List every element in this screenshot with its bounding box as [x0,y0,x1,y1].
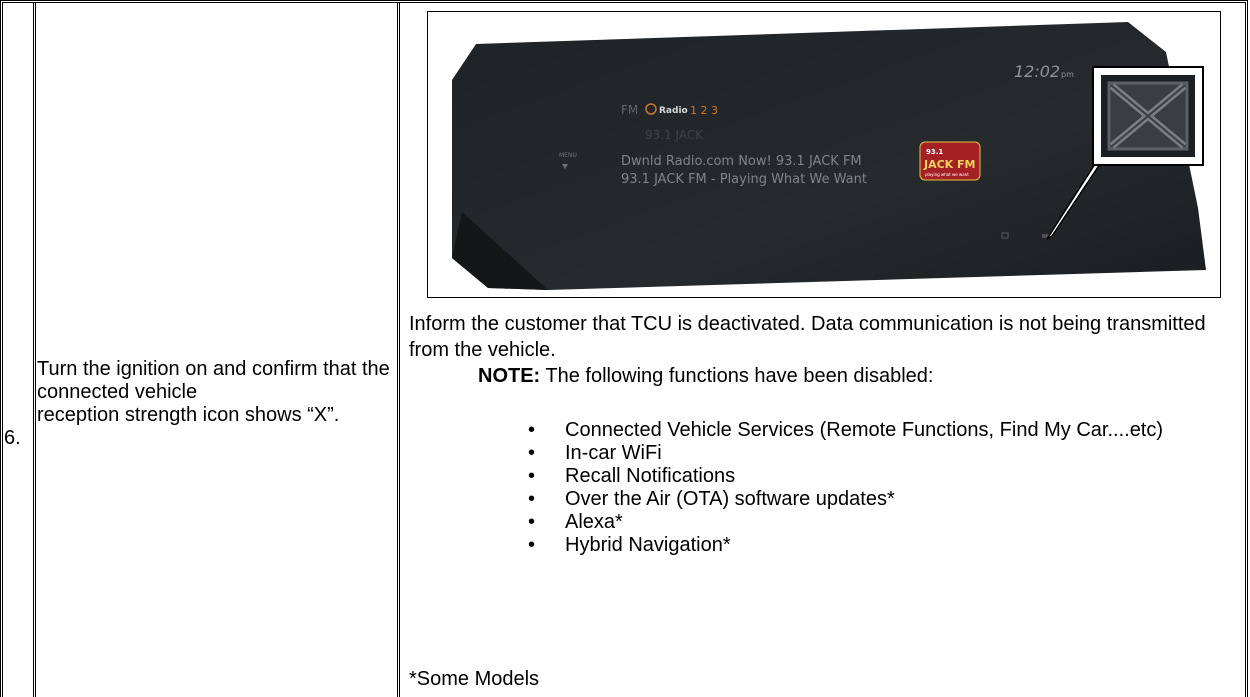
radio-display-photo: FM Radio 1 2 3 93.1 JACK Dwnld Radio.com… [427,11,1221,298]
list-item: Connected Vehicle Services (Remote Funct… [528,419,1228,442]
radio-display-illustration: FM Radio 1 2 3 93.1 JACK Dwnld Radio.com… [452,22,1206,290]
note: NOTE: The following functions have been … [478,364,933,388]
list-item: Over the Air (OTA) software updates* [528,488,1228,511]
column-divider [33,3,36,697]
hd-radio-label: Radio [659,106,688,116]
note-text: The following functions have been disabl… [540,365,934,387]
disabled-functions-list: Connected Vehicle Services (Remote Funct… [528,419,1228,557]
note-label: NOTE: [478,365,541,387]
list-item: In-car WiFi [528,442,1228,465]
logo-frequency: 93.1 [926,148,943,156]
jack-fm-logo: 93.1 JACK FM playing what we want [919,141,981,181]
list-item: Alexa* [528,511,1228,534]
station-title: 93.1 JACK [645,128,704,142]
clock-time: 12:02 [1014,62,1060,81]
inform-customer-text: Inform the customer that TCU is deactiva… [409,313,1206,361]
preset-numbers: 1 2 3 [690,104,718,117]
list-item: Recall Notifications [528,465,1228,488]
footnote: *Some Models [409,668,540,690]
logo-tagline: playing what we want [925,172,969,177]
step-number: 6. [4,427,21,449]
rds-line-2: 93.1 JACK FM - Playing What We Want [621,172,867,187]
column-divider [397,3,400,697]
step-instruction-text: Turn the ignition on and confirm that th… [37,358,390,426]
menu-label: MENU [559,152,577,159]
rds-line-1: Dwnld Radio.com Now! 93.1 JACK FM [621,154,862,169]
no-signal-x-icon [1092,66,1204,166]
step-instruction: Turn the ignition on and confirm that th… [37,358,392,427]
list-item: Hybrid Navigation* [528,534,1228,557]
logo-name: JACK FM [923,158,976,171]
clock-suffix: pm [1061,70,1074,79]
radio-band: FM [621,103,638,117]
